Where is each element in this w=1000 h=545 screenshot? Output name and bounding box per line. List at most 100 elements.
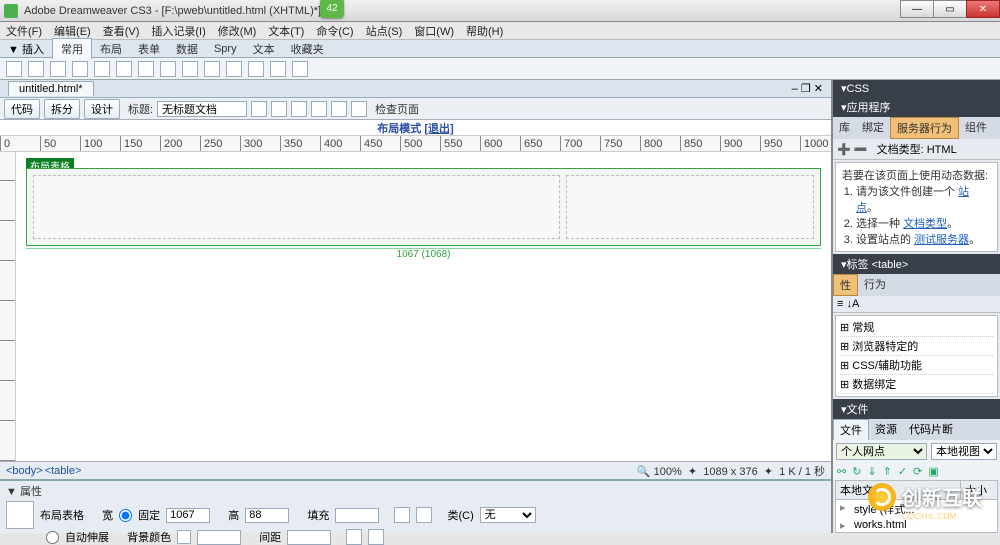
doc-close-icon[interactable]: ✕ <box>814 82 823 95</box>
app-tab-comp[interactable]: 组件 <box>959 117 993 139</box>
put-icon[interactable]: ⇑ <box>883 465 892 478</box>
email-icon[interactable] <box>28 61 44 77</box>
insert-tab-form[interactable]: 表单 <box>130 39 168 59</box>
remove-nesting-icon[interactable] <box>346 529 362 545</box>
layout-cell-2[interactable] <box>566 175 814 239</box>
doc-restore-icon[interactable]: ❐ <box>801 82 811 95</box>
sync-icon[interactable]: ⟳ <box>913 465 922 478</box>
col-size[interactable]: 大小 <box>961 481 997 499</box>
exit-layout-mode-link[interactable]: [退出] <box>424 123 453 135</box>
validate-icon[interactable] <box>251 101 267 117</box>
insert-tab-spry[interactable]: Spry <box>206 41 245 57</box>
tag-group-browser[interactable]: 浏览器特定的 <box>840 337 993 356</box>
class-select[interactable]: 无 <box>480 507 536 523</box>
insert-tab-common[interactable]: 常用 <box>52 38 92 59</box>
file-row[interactable]: works.html <box>836 518 997 532</box>
cellpad-input[interactable] <box>335 508 379 523</box>
tag-group-general[interactable]: 常规 <box>840 318 993 337</box>
design-canvas[interactable]: 布局表格 1067 (1068) <box>16 152 831 461</box>
table-icon[interactable] <box>72 61 88 77</box>
hyperlink-icon[interactable] <box>6 61 22 77</box>
layout-cell-1[interactable] <box>33 175 560 239</box>
properties-header[interactable]: ▼ 属性 <box>6 483 825 499</box>
doc-minimize-icon[interactable]: – <box>792 83 798 95</box>
clear-widths-icon[interactable] <box>416 507 432 523</box>
view-options-icon[interactable] <box>311 101 327 117</box>
make-widths-consistent-icon[interactable] <box>368 529 384 545</box>
site-select[interactable]: 个人网点 <box>836 443 927 460</box>
insert-tab-layout[interactable]: 布局 <box>92 39 130 59</box>
zoom-indicator[interactable]: 🔍 100% <box>637 466 682 478</box>
doctype-link[interactable]: 文档类型 <box>903 218 947 230</box>
app-tab-db[interactable]: 库 <box>833 117 856 139</box>
tag-tab-attr[interactable]: 性 <box>833 274 858 296</box>
menu-edit[interactable]: 编辑(E) <box>54 23 91 39</box>
view-code-button[interactable]: 代码 <box>4 99 40 119</box>
canvas-dimensions[interactable]: 1089 x 376 <box>703 466 757 478</box>
clear-heights-icon[interactable] <box>394 507 410 523</box>
css-panel-header[interactable]: CSS <box>833 80 1000 97</box>
app-panel-header[interactable]: 应用程序 <box>833 97 1000 117</box>
check-page-label[interactable]: 检查页面 <box>375 101 419 117</box>
anchor-icon[interactable] <box>50 61 66 77</box>
get-icon[interactable]: ⇓ <box>867 465 876 478</box>
connect-icon[interactable]: ⚯ <box>837 465 846 478</box>
script-icon[interactable] <box>248 61 264 77</box>
tag-group-css[interactable]: CSS/辅助功能 <box>840 356 993 375</box>
menu-modify[interactable]: 修改(M) <box>218 23 257 39</box>
insert-tab-data[interactable]: 数据 <box>168 39 206 59</box>
menu-window[interactable]: 窗口(W) <box>414 23 454 39</box>
view-split-button[interactable]: 拆分 <box>44 99 80 119</box>
tag-tab-behavior[interactable]: 行为 <box>858 274 892 296</box>
files-tab-files[interactable]: 文件 <box>833 419 869 440</box>
document-tab[interactable]: untitled.html* <box>8 81 94 96</box>
files-tab-snippets[interactable]: 代码片断 <box>903 419 959 440</box>
testserver-link[interactable]: 测试服务器 <box>914 234 969 246</box>
comment-icon[interactable] <box>204 61 220 77</box>
expand-icon[interactable]: ▣ <box>928 465 938 478</box>
tag-group-data[interactable]: 数据绑定 <box>840 375 993 394</box>
server-icon[interactable] <box>182 61 198 77</box>
templates-icon[interactable] <box>270 61 286 77</box>
page-title-input[interactable] <box>157 101 247 117</box>
image-icon[interactable] <box>116 61 132 77</box>
app-tab-server[interactable]: 服务器行为 <box>890 117 959 139</box>
app-tab-bind[interactable]: 绑定 <box>856 117 890 139</box>
insert-label[interactable]: ▼ 插入 <box>0 41 52 57</box>
close-button[interactable]: ✕ <box>966 0 1000 18</box>
file-row[interactable]: style (样式... <box>836 500 997 518</box>
width-fixed-radio[interactable] <box>119 509 132 522</box>
menu-commands[interactable]: 命令(C) <box>316 23 353 39</box>
bgcolor-input[interactable] <box>197 530 241 545</box>
menu-text[interactable]: 文本(T) <box>268 23 304 39</box>
menu-view[interactable]: 查看(V) <box>103 23 140 39</box>
menu-file[interactable]: 文件(F) <box>6 23 42 39</box>
width-auto-radio[interactable] <box>46 531 59 544</box>
height-input[interactable] <box>245 508 289 523</box>
div-icon[interactable] <box>94 61 110 77</box>
tag-panel-header[interactable]: 标签 <table> <box>833 254 1000 274</box>
files-tab-assets[interactable]: 资源 <box>869 419 903 440</box>
insert-tab-fav[interactable]: 收藏夹 <box>283 39 332 59</box>
width-input[interactable] <box>166 508 210 523</box>
tag-selector[interactable]: <body><table> <box>6 465 83 477</box>
visual-aids-icon[interactable] <box>331 101 347 117</box>
maximize-button[interactable]: ▭ <box>933 0 967 18</box>
browser-icon[interactable] <box>271 101 287 117</box>
layout-table[interactable] <box>26 168 821 246</box>
minimize-button[interactable]: — <box>900 0 934 18</box>
refresh-files-icon[interactable]: ↻ <box>852 465 861 478</box>
media-icon[interactable] <box>138 61 154 77</box>
menu-help[interactable]: 帮助(H) <box>466 23 503 39</box>
files-panel-header[interactable]: 文件 <box>833 399 1000 419</box>
menu-insert[interactable]: 插入记录(I) <box>151 23 205 39</box>
menu-site[interactable]: 站点(S) <box>366 23 403 39</box>
cellspace-input[interactable] <box>287 530 331 545</box>
checkout-icon[interactable]: ✓ <box>898 465 907 478</box>
check-page-icon[interactable] <box>351 101 367 117</box>
col-local[interactable]: 本地文件 <box>836 481 961 499</box>
tag-chooser-icon[interactable] <box>292 61 308 77</box>
view-select[interactable]: 本地视图 <box>931 443 997 460</box>
head-icon[interactable] <box>226 61 242 77</box>
bgcolor-swatch[interactable] <box>177 530 191 544</box>
